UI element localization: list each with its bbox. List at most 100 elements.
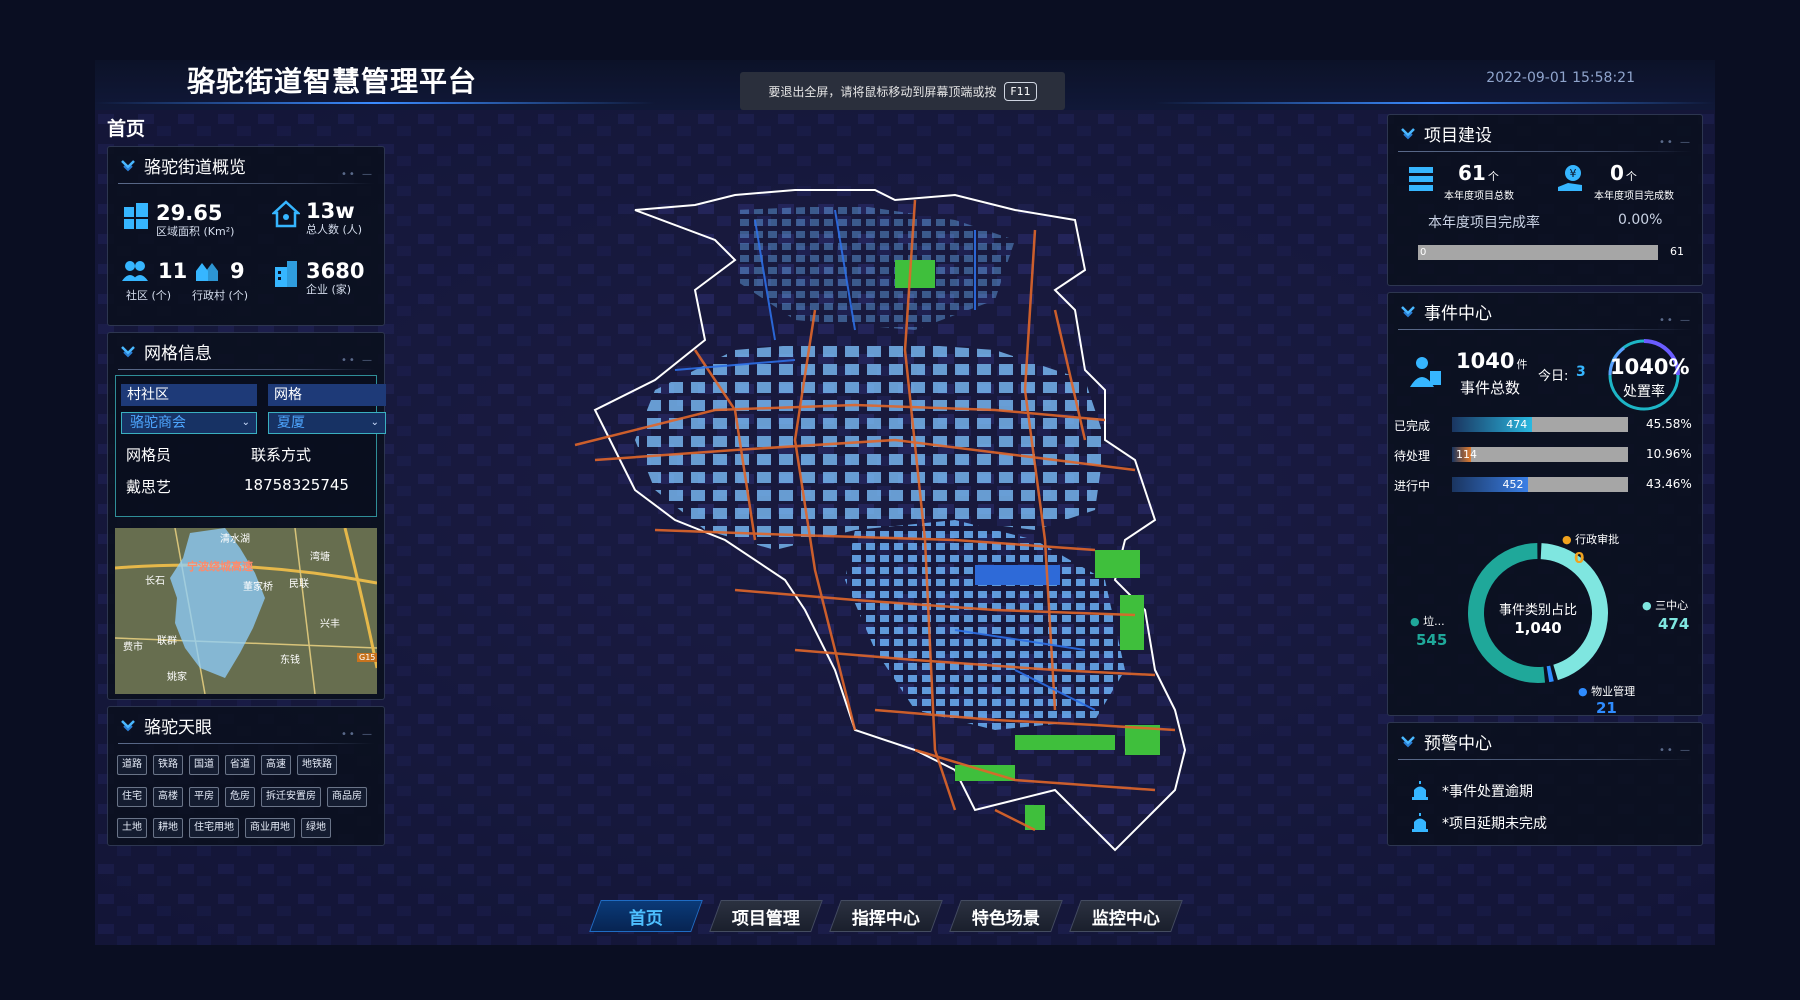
filter-tag[interactable]: 平房 [189, 787, 219, 807]
people-icon [122, 261, 148, 281]
overview-panel: 骆驼街道概览 •• — 29.65 区域面积 (Km²) 13w 总人数 (人)… [107, 146, 385, 326]
grid-phone: 18758325745 [244, 476, 349, 494]
status-bar: 114 [1452, 447, 1628, 462]
chevron-down-icon [121, 160, 135, 172]
progress-min: 0 [1420, 247, 1427, 258]
map-label: 费市 [123, 642, 143, 653]
office-building-icon [275, 261, 297, 287]
project-done-label: 本年度项目完成数 [1594, 191, 1674, 202]
enterprise-value: 3680 [306, 259, 365, 283]
tab-project-management[interactable]: 项目管理 [709, 900, 823, 932]
tab-label: 指挥中心 [852, 908, 920, 929]
filter-tag[interactable]: 地铁路 [297, 755, 337, 775]
divider [118, 183, 374, 184]
community-header: 村社区 [121, 384, 257, 406]
tab-home[interactable]: 首页 [589, 900, 703, 932]
divider [1398, 759, 1692, 760]
status-bar-value: 114 [1456, 448, 1477, 461]
area-label: 区域面积 (Km²) [156, 225, 235, 238]
filter-tag[interactable]: 商业用地 [245, 818, 295, 838]
datetime-display: 2022-09-01 15:58:21 [1486, 70, 1635, 86]
chevron-down-icon: ⌄ [241, 417, 250, 428]
map-label: 兴丰 [320, 619, 340, 630]
building-blocks-icon [124, 203, 148, 229]
completion-rate-value: 0.00% [1618, 212, 1663, 228]
grid-staff-label: 网格员 [126, 446, 172, 464]
tab-label: 监控中心 [1092, 908, 1160, 929]
grid-staff-name: 戴思艺 [126, 478, 172, 496]
tab-featured-scenes[interactable]: 特色场景 [949, 900, 1063, 932]
filter-tag[interactable]: 国道 [189, 755, 219, 775]
filter-tag[interactable]: 耕地 [153, 818, 183, 838]
decor-dots: •• — [341, 355, 374, 366]
project-total-label: 本年度项目总数 [1444, 191, 1514, 202]
divider [118, 743, 374, 744]
panel-header: 预警中心 [1388, 723, 1702, 759]
category-value-admin: 0 [1574, 549, 1585, 567]
map-label: 联群 [157, 636, 177, 647]
fullscreen-key: F11 [1004, 81, 1037, 101]
map-label: 长石 [145, 576, 165, 587]
filter-tag[interactable]: 高楼 [153, 787, 183, 807]
community-stat: 11 [122, 259, 187, 283]
village-label: 行政村 (个) [192, 289, 249, 302]
tab-command-center[interactable]: 指挥中心 [829, 900, 943, 932]
community-select-value: 骆驼商会 [130, 415, 186, 431]
tab-label: 项目管理 [732, 908, 800, 929]
filter-tag[interactable]: 铁路 [153, 755, 183, 775]
warning-item[interactable]: *项目延期未完成 [1410, 813, 1547, 833]
filter-tag[interactable]: 省道 [225, 755, 255, 775]
grid-select[interactable]: 夏厦 ⌄ [268, 412, 386, 434]
map-label: 宁波绕城高速 [187, 560, 253, 573]
filter-tag[interactable]: 住宅用地 [189, 818, 239, 838]
category-label-three: ● 三中心 [1642, 599, 1689, 612]
village-stat: 9 [194, 259, 245, 283]
category-value-three: 474 [1658, 615, 1690, 633]
filter-tag[interactable]: 土地 [117, 818, 147, 838]
map-label: 东钱 [280, 655, 300, 666]
bottom-navigation: 首页 项目管理 指挥中心 特色场景 监控中心 [589, 900, 1183, 934]
sky-eye-panel: 骆驼天眼 •• — 道路 铁路 国道 省道 高速 地铁路 住宅 高楼 平房 危房… [107, 706, 385, 846]
person-document-icon [1410, 357, 1441, 387]
status-label: 已完成 [1394, 419, 1431, 433]
filter-tag[interactable]: 绿地 [301, 818, 331, 838]
panel-header: 项目建设 [1388, 115, 1702, 151]
category-name: 三中心 [1655, 599, 1689, 612]
enterprise-label: 企业 (家) [306, 283, 352, 296]
filter-tag[interactable]: 拆迁安置房 [261, 787, 321, 807]
filter-tag[interactable]: 商品房 [327, 787, 367, 807]
header-line-left [95, 102, 655, 104]
project-done-unit: 个 [1625, 170, 1637, 183]
map-label: 民联 [289, 579, 309, 590]
decor-dots: •• — [341, 729, 374, 740]
panel-title: 骆驼天眼 [144, 717, 212, 738]
warning-item[interactable]: *事件处置逾期 [1410, 781, 1533, 801]
filter-tag[interactable]: 道路 [117, 755, 147, 775]
tag-row-roads: 道路 铁路 国道 省道 高速 地铁路 [117, 755, 337, 775]
today-label: 今日: [1538, 369, 1569, 384]
panel-title: 骆驼街道概览 [144, 157, 246, 178]
chevron-down-icon [1401, 306, 1415, 318]
disposal-rate-value: 1040% [1610, 355, 1690, 379]
chevron-down-icon [121, 720, 135, 732]
top-header: 骆驼街道智慧管理平台 要退出全屏，请将鼠标移动到屏幕顶端或按 F11 2022-… [95, 60, 1715, 110]
warning-text: *事件处置逾期 [1442, 784, 1533, 800]
tab-monitor-center[interactable]: 监控中心 [1069, 900, 1183, 932]
grid-info-panel: 网格信息 •• — 村社区 网格 骆驼商会 ⌄ 夏厦 ⌄ 网格员 联系方式 戴思… [107, 332, 386, 700]
category-value-garbage: 545 [1416, 631, 1448, 649]
filter-tag[interactable]: 住宅 [117, 787, 147, 807]
grid-mini-map[interactable]: 清水湖 宁波绕城高速 长石 湾塘 董家桥 民联 兴丰 费市 联群 东钱 姚家 G… [115, 528, 377, 694]
decor-dots: •• — [341, 169, 374, 180]
category-name: 行政审批 [1575, 533, 1620, 546]
grid-header: 网格 [268, 384, 386, 406]
event-total-value: 1040 [1456, 349, 1515, 373]
filter-tag[interactable]: 高速 [261, 755, 291, 775]
grid-select-value: 夏厦 [277, 415, 305, 431]
donut-slice[interactable] [1546, 665, 1554, 683]
community-select[interactable]: 骆驼商会 ⌄ [121, 412, 257, 434]
tag-row-housing: 住宅 高楼 平房 危房 拆迁安置房 商品房 [117, 787, 367, 807]
status-bar-value: 452 [1502, 478, 1524, 491]
project-panel: 项目建设 •• — 61 个 本年度项目总数 ¥ 0 个 本年度项目完成数 本年… [1387, 114, 1703, 286]
filter-tag[interactable]: 危房 [225, 787, 255, 807]
svg-text:¥: ¥ [1570, 167, 1577, 180]
